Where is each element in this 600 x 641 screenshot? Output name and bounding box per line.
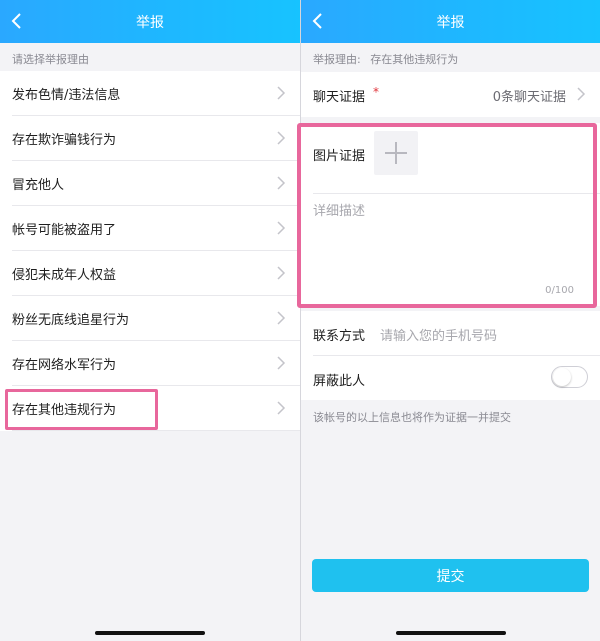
reason-item[interactable]: 发布色情/违法信息 [0,71,300,116]
required-mark: * [373,85,379,99]
block-label: 屏蔽此人 [313,374,366,389]
reason-item-label: 存在欺诈骗钱行为 [12,133,117,148]
footnote: 该帐号的以上信息也将作为证据一并提交 [313,411,511,424]
chevron-right-icon [277,266,286,280]
reason-list: 发布色情/违法信息 存在欺诈骗钱行为 冒充他人 帐号可能被盗用了 侵犯未成年人权… [0,71,300,431]
report-reason-screen: 举报 请选择举报理由 发布色情/违法信息 存在欺诈骗钱行为 冒充他人 帐号可能被… [0,0,300,641]
reason-item[interactable]: 粉丝无底线追星行为 [0,296,300,341]
reason-item[interactable]: 存在网络水军行为 [0,341,300,386]
reason-item[interactable]: 侵犯未成年人权益 [0,251,300,296]
home-indicator [396,631,506,635]
highlight-box [297,123,597,308]
chevron-right-icon [577,87,586,101]
reason-hint: 请选择举报理由 [12,53,89,66]
chevron-right-icon [277,356,286,370]
reason-item-label: 侵犯未成年人权益 [12,268,117,283]
chat-evidence-value: 0条聊天证据 [492,90,566,105]
chevron-right-icon [277,86,286,100]
back-arrow-icon[interactable] [6,10,28,32]
reason-item[interactable]: 帐号可能被盗用了 [0,206,300,251]
contact-label: 联系方式 [313,329,366,344]
reason-item-label: 粉丝无底线追星行为 [12,313,130,328]
reason-item-label: 冒充他人 [12,178,65,193]
reason-value: 存在其他违规行为 [370,53,459,66]
nav-bar: 举报 [0,0,300,43]
highlight-box [5,389,158,430]
reason-item[interactable]: 冒充他人 [0,161,300,206]
block-toggle[interactable] [551,366,588,388]
chevron-right-icon [277,221,286,235]
reason-label: 举报理由: [313,53,361,66]
reason-item-label: 帐号可能被盗用了 [12,223,117,238]
chevron-right-icon [277,131,286,145]
chat-evidence-row[interactable]: 聊天证据 * 0条聊天证据 [301,72,600,117]
report-detail-screen: 举报 举报理由: 存在其他违规行为 聊天证据 * 0条聊天证据 图片证据 详细描… [301,0,600,641]
home-indicator [95,631,205,635]
reason-item-label: 发布色情/违法信息 [12,88,121,103]
submit-button[interactable]: 提交 [312,559,589,592]
contact-row: 联系方式 请输入您的手机号码 [301,311,600,356]
back-arrow-icon[interactable] [307,10,329,32]
contact-input[interactable]: 请输入您的手机号码 [380,325,497,344]
nav-bar: 举报 [301,0,600,43]
page-title: 举报 [436,14,465,31]
chevron-right-icon [277,311,286,325]
chevron-right-icon [277,401,286,415]
report-reason: 举报理由: 存在其他违规行为 [313,51,458,67]
chevron-right-icon [277,176,286,190]
chat-evidence-label: 聊天证据 [313,90,366,105]
page-title: 举报 [136,14,164,31]
reason-item[interactable]: 存在欺诈骗钱行为 [0,116,300,161]
reason-item-label: 存在网络水军行为 [12,358,117,373]
